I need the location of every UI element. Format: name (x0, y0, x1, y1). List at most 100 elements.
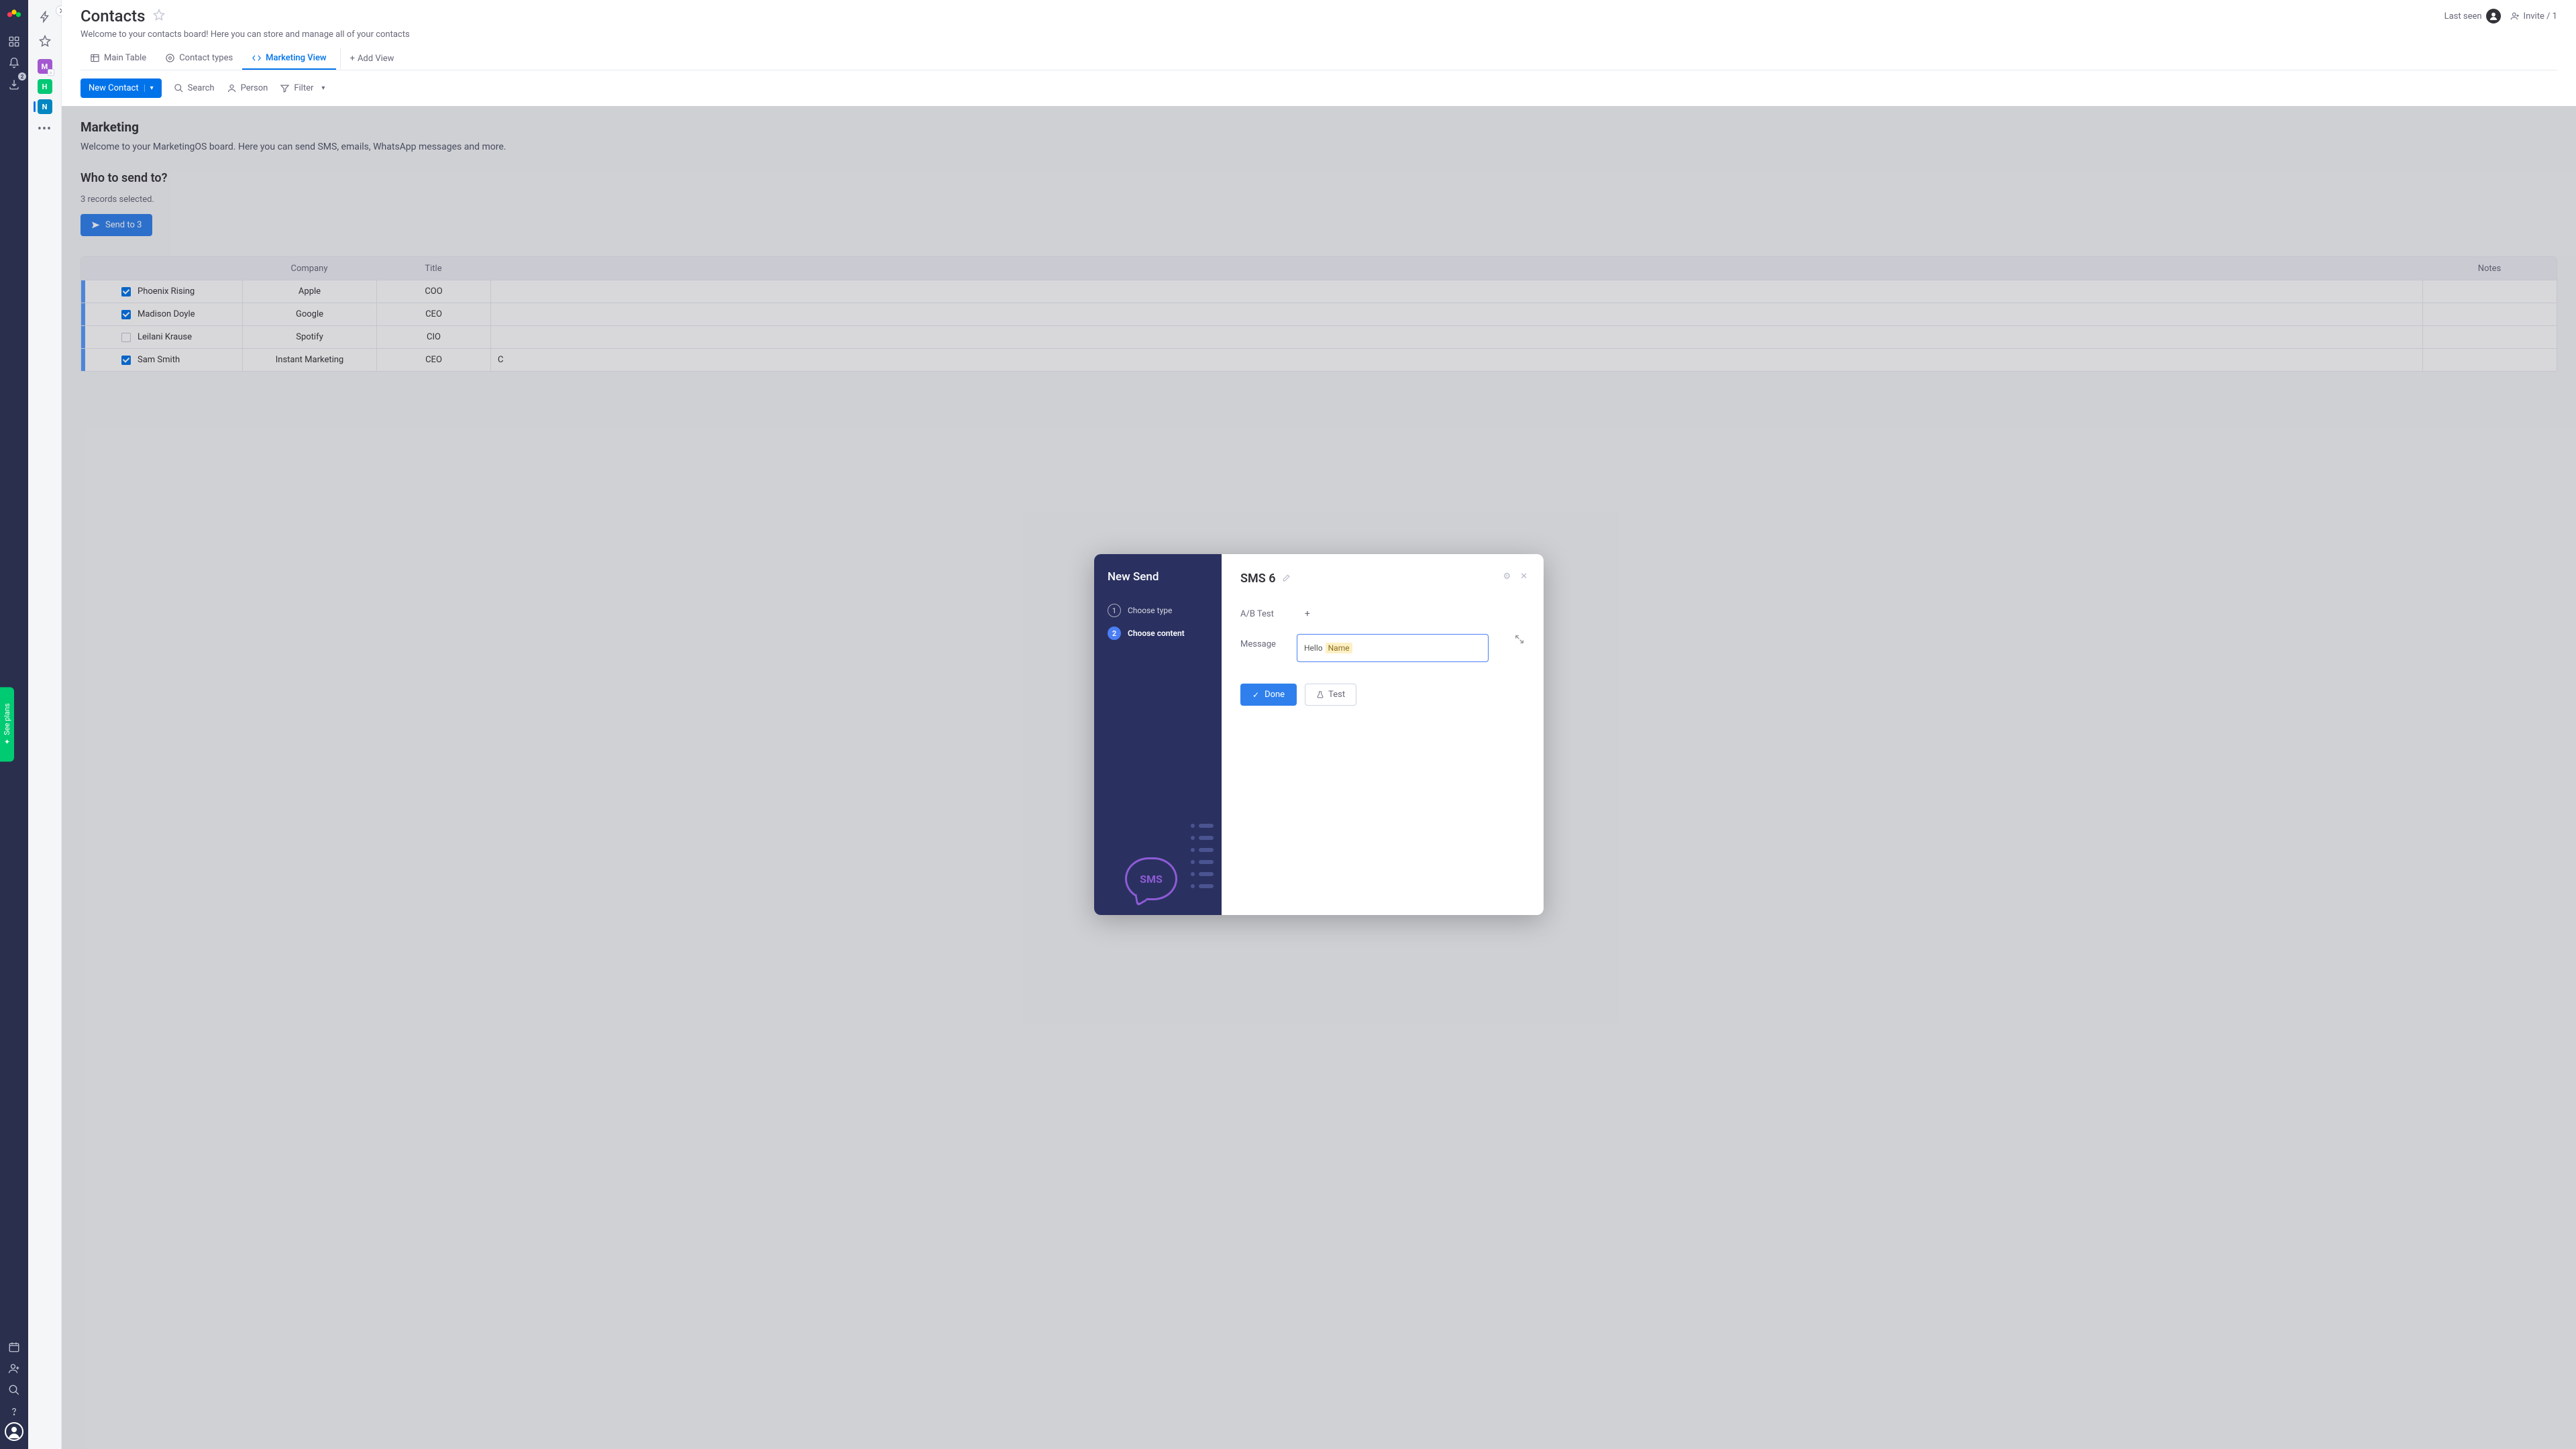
modal-sidebar: New Send 1 Choose type 2 Choose content … (1094, 554, 1222, 915)
last-seen[interactable]: Last seen (2445, 9, 2501, 23)
contact-company: Google (242, 303, 376, 325)
contact-name: Sam Smith (138, 355, 180, 365)
contact-name: Leilani Krause (138, 332, 192, 342)
section-title: Marketing (80, 119, 2557, 135)
contact-notes (2422, 303, 2557, 325)
board-toolbar: New Contact ▾ Search Person Filter▾ (62, 70, 2576, 106)
contact-notes (2422, 326, 2557, 348)
col-title[interactable]: Title (376, 264, 490, 274)
see-plans-tab[interactable]: ✦ See plans (0, 687, 14, 761)
done-button[interactable]: Done (1240, 684, 1297, 706)
new-contact-button[interactable]: New Contact ▾ (80, 78, 162, 98)
main-area: Contacts Last seen Invite / 1 Welcome to… (62, 0, 2576, 1449)
chevron-down-icon[interactable]: ▾ (144, 85, 154, 92)
contact-company: Spotify (242, 326, 376, 348)
add-view-button[interactable]: + Add View (340, 48, 404, 69)
modal-settings-icon[interactable]: ⚙ (1503, 572, 1511, 582)
who-to-send-title: Who to send to? (80, 171, 2557, 185)
contacts-table: Company Title Notes Phoenix Rising Apple… (80, 256, 2557, 372)
table-row[interactable]: Phoenix Rising Apple COO (81, 280, 2557, 303)
tab-contact-types[interactable]: Contact types (156, 48, 242, 70)
message-label: Message (1240, 634, 1278, 649)
plus-icon: + (350, 54, 355, 64)
table-header: Company Title Notes (81, 257, 2557, 280)
monday-logo[interactable] (7, 5, 21, 20)
row-checkbox[interactable] (121, 356, 131, 365)
contact-extra: C (490, 349, 2422, 371)
contact-title: COO (376, 280, 490, 303)
records-selected-text: 3 records selected. (80, 195, 2557, 205)
contact-title: CEO (376, 303, 490, 325)
boards-icon[interactable] (3, 31, 25, 52)
filter-tool[interactable]: Filter▾ (280, 83, 325, 93)
workspace-column: M⌂ H N ••• (28, 0, 62, 1449)
favorite-star-icon[interactable] (153, 9, 165, 23)
help-icon[interactable] (3, 1401, 25, 1422)
new-send-modal: New Send 1 Choose type 2 Choose content … (1094, 554, 1544, 915)
calendar-icon[interactable] (3, 1336, 25, 1358)
board-title[interactable]: Contacts (80, 7, 145, 25)
invite-label: Invite / 1 (2524, 11, 2557, 21)
board-subtitle: Welcome to your contacts board! Here you… (80, 30, 2557, 40)
workspace-h[interactable]: H (38, 79, 52, 94)
last-seen-label: Last seen (2445, 11, 2482, 21)
decorative-dots (1191, 824, 1214, 888)
tab-main-table[interactable]: Main Table (80, 48, 156, 70)
contact-title: CIO (376, 326, 490, 348)
contact-company: Apple (242, 280, 376, 303)
person-tool[interactable]: Person (227, 83, 268, 93)
row-checkbox[interactable] (121, 310, 131, 319)
bolt-icon[interactable] (34, 5, 56, 28)
contact-title: CEO (376, 349, 490, 371)
inbox-icon[interactable]: 2 (3, 74, 25, 95)
expand-editor-icon[interactable] (1514, 634, 1525, 647)
contact-name: Phoenix Rising (138, 286, 195, 297)
notifications-icon[interactable] (3, 52, 25, 74)
message-input[interactable]: Hello Name (1297, 634, 1489, 662)
send-to-button[interactable]: Send to 3 (80, 214, 152, 236)
view-tabs: Main Table Contact types Marketing View … (80, 48, 2557, 70)
contact-extra (490, 280, 2422, 303)
name-merge-token[interactable]: Name (1326, 643, 1352, 653)
modal-content: ⚙ ✕ SMS 6 A/B Test + Message Hello Name (1222, 554, 1544, 915)
contact-extra (490, 326, 2422, 348)
modal-close-icon[interactable]: ✕ (1520, 572, 1527, 582)
sms-bubble-icon: SMS (1125, 857, 1177, 900)
workspace-n-active[interactable]: N (38, 99, 52, 114)
contact-company: Instant Marketing (242, 349, 376, 371)
test-button[interactable]: Test (1305, 684, 1356, 706)
row-checkbox[interactable] (121, 333, 131, 342)
modal-sidebar-title: New Send (1108, 570, 1208, 584)
invite-members-icon[interactable] (3, 1358, 25, 1379)
profile-avatar[interactable] (5, 1422, 23, 1441)
invite-button[interactable]: Invite / 1 (2510, 11, 2557, 21)
section-description: Welcome to your MarketingOS board. Here … (80, 142, 2557, 152)
col-company[interactable]: Company (242, 264, 376, 274)
contact-notes (2422, 349, 2557, 371)
step-number: 1 (1108, 604, 1121, 617)
board-header: Contacts Last seen Invite / 1 Welcome to… (62, 0, 2576, 70)
modal-title[interactable]: SMS 6 (1240, 572, 1275, 586)
contact-notes (2422, 280, 2557, 303)
tab-marketing-view[interactable]: Marketing View (242, 48, 335, 70)
more-workspaces-icon[interactable]: ••• (38, 122, 52, 136)
step-choose-content[interactable]: 2 Choose content (1108, 627, 1208, 640)
contact-extra (490, 303, 2422, 325)
table-row[interactable]: Madison Doyle Google CEO (81, 303, 2557, 325)
edit-title-icon[interactable] (1282, 572, 1291, 585)
contact-name: Madison Doyle (138, 309, 195, 319)
inbox-badge: 2 (18, 72, 26, 80)
row-checkbox[interactable] (121, 287, 131, 297)
add-ab-test-button[interactable]: + (1301, 607, 1314, 621)
search-icon[interactable] (3, 1379, 25, 1401)
favorites-star-icon[interactable] (34, 30, 56, 52)
table-row[interactable]: Sam Smith Instant Marketing CEO C (81, 348, 2557, 371)
col-notes[interactable]: Notes (2422, 264, 2557, 274)
chevron-down-icon: ▾ (321, 85, 325, 92)
table-row[interactable]: Leilani Krause Spotify CIO (81, 325, 2557, 348)
last-seen-avatar (2486, 9, 2501, 23)
search-tool[interactable]: Search (174, 83, 215, 93)
message-text: Hello (1304, 643, 1323, 653)
step-choose-type[interactable]: 1 Choose type (1108, 604, 1208, 617)
workspace-m[interactable]: M⌂ (38, 59, 52, 74)
